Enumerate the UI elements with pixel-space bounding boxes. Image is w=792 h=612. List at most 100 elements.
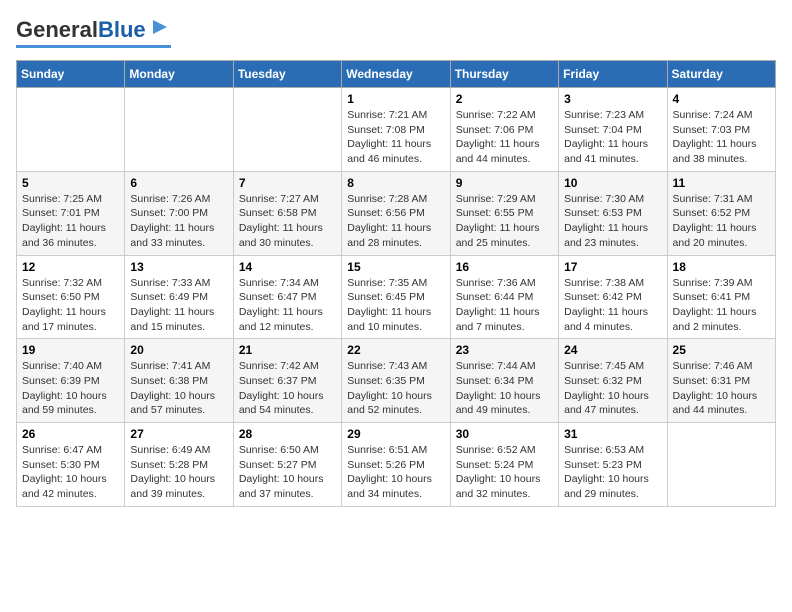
dow-friday: Friday	[559, 61, 667, 88]
calendar-cell: 29Sunrise: 6:51 AM Sunset: 5:26 PM Dayli…	[342, 423, 450, 507]
calendar-cell: 27 Sunrise: 6:49 AM Sunset: 5:28 PM Dayli…	[125, 423, 233, 507]
calendar-cell: 26Sunrise: 6:47 AM Sunset: 5:30 PM Dayli…	[17, 423, 125, 507]
day-number: 2	[456, 92, 553, 106]
day-info: Sunrise: 7:33 AM Sunset: 6:49 PM Dayligh…	[130, 276, 227, 335]
day-info: Sunrise: 7:32 AM Sunset: 6:50 PM Dayligh…	[22, 276, 119, 335]
day-number: 22	[347, 343, 444, 357]
calendar-cell: 3Sunrise: 7:23 AM Sunset: 7:04 PM Daylig…	[559, 88, 667, 172]
day-info: Sunrise: 7:21 AM Sunset: 7:08 PM Dayligh…	[347, 108, 444, 167]
calendar-cell: 18Sunrise: 7:39 AM Sunset: 6:41 PM Dayli…	[667, 255, 775, 339]
calendar-cell: 9 Sunrise: 7:29 AM Sunset: 6:55 PM Daylig…	[450, 171, 558, 255]
calendar-cell: 8 Sunrise: 7:28 AM Sunset: 6:56 PM Daylig…	[342, 171, 450, 255]
day-number: 5	[22, 176, 119, 190]
calendar-cell: 2 Sunrise: 7:22 AM Sunset: 7:06 PM Daylig…	[450, 88, 558, 172]
day-number: 11	[673, 176, 770, 190]
day-info: Sunrise: 6:53 AM Sunset: 5:23 PM Dayligh…	[564, 443, 661, 502]
calendar-cell: 28 Sunrise: 6:50 AM Sunset: 5:27 PM Dayli…	[233, 423, 341, 507]
calendar-table: SundayMondayTuesdayWednesdayThursdayFrid…	[16, 60, 776, 507]
calendar-cell: 31 Sunrise: 6:53 AM Sunset: 5:23 PM Dayli…	[559, 423, 667, 507]
day-info: Sunrise: 7:24 AM Sunset: 7:03 PM Dayligh…	[673, 108, 770, 167]
day-info: Sunrise: 6:50 AM Sunset: 5:27 PM Dayligh…	[239, 443, 336, 502]
calendar-cell: 13 Sunrise: 7:33 AM Sunset: 6:49 PM Dayli…	[125, 255, 233, 339]
day-number: 27	[130, 427, 227, 441]
day-info: Sunrise: 7:35 AM Sunset: 6:45 PM Dayligh…	[347, 276, 444, 335]
dow-monday: Monday	[125, 61, 233, 88]
week-row-3: 12 Sunrise: 7:32 AM Sunset: 6:50 PM Dayli…	[17, 255, 776, 339]
day-info: Sunrise: 7:23 AM Sunset: 7:04 PM Dayligh…	[564, 108, 661, 167]
day-info: Sunrise: 7:43 AM Sunset: 6:35 PM Dayligh…	[347, 359, 444, 418]
days-of-week-row: SundayMondayTuesdayWednesdayThursdayFrid…	[17, 61, 776, 88]
calendar-cell: 11Sunrise: 7:31 AM Sunset: 6:52 PM Dayli…	[667, 171, 775, 255]
logo-text: GeneralBlue	[16, 19, 146, 41]
calendar-cell: 21 Sunrise: 7:42 AM Sunset: 6:37 PM Dayli…	[233, 339, 341, 423]
week-row-2: 5Sunrise: 7:25 AM Sunset: 7:01 PM Daylig…	[17, 171, 776, 255]
day-info: Sunrise: 6:49 AM Sunset: 5:28 PM Dayligh…	[130, 443, 227, 502]
day-number: 25	[673, 343, 770, 357]
day-number: 30	[456, 427, 553, 441]
day-number: 8	[347, 176, 444, 190]
logo-icon	[149, 16, 171, 38]
calendar-cell: 22 Sunrise: 7:43 AM Sunset: 6:35 PM Dayli…	[342, 339, 450, 423]
day-info: Sunrise: 6:47 AM Sunset: 5:30 PM Dayligh…	[22, 443, 119, 502]
day-info: Sunrise: 7:40 AM Sunset: 6:39 PM Dayligh…	[22, 359, 119, 418]
calendar-cell: 24 Sunrise: 7:45 AM Sunset: 6:32 PM Dayli…	[559, 339, 667, 423]
calendar-cell: 23 Sunrise: 7:44 AM Sunset: 6:34 PM Dayli…	[450, 339, 558, 423]
day-number: 24	[564, 343, 661, 357]
day-number: 9	[456, 176, 553, 190]
day-number: 28	[239, 427, 336, 441]
calendar-cell: 15 Sunrise: 7:35 AM Sunset: 6:45 PM Dayli…	[342, 255, 450, 339]
week-row-5: 26Sunrise: 6:47 AM Sunset: 5:30 PM Dayli…	[17, 423, 776, 507]
calendar-cell: 19 Sunrise: 7:40 AM Sunset: 6:39 PM Dayli…	[17, 339, 125, 423]
day-number: 7	[239, 176, 336, 190]
day-number: 31	[564, 427, 661, 441]
calendar-cell: 5Sunrise: 7:25 AM Sunset: 7:01 PM Daylig…	[17, 171, 125, 255]
day-info: Sunrise: 7:44 AM Sunset: 6:34 PM Dayligh…	[456, 359, 553, 418]
day-info: Sunrise: 7:42 AM Sunset: 6:37 PM Dayligh…	[239, 359, 336, 418]
day-info: Sunrise: 7:27 AM Sunset: 6:58 PM Dayligh…	[239, 192, 336, 251]
calendar-cell: 16Sunrise: 7:36 AM Sunset: 6:44 PM Dayli…	[450, 255, 558, 339]
day-number: 12	[22, 260, 119, 274]
calendar-cell	[667, 423, 775, 507]
day-info: Sunrise: 7:29 AM Sunset: 6:55 PM Dayligh…	[456, 192, 553, 251]
day-info: Sunrise: 7:46 AM Sunset: 6:31 PM Dayligh…	[673, 359, 770, 418]
dow-saturday: Saturday	[667, 61, 775, 88]
day-info: Sunrise: 7:36 AM Sunset: 6:44 PM Dayligh…	[456, 276, 553, 335]
calendar-cell: 20 Sunrise: 7:41 AM Sunset: 6:38 PM Dayli…	[125, 339, 233, 423]
day-number: 20	[130, 343, 227, 357]
dow-tuesday: Tuesday	[233, 61, 341, 88]
day-number: 1	[347, 92, 444, 106]
calendar-cell	[17, 88, 125, 172]
day-number: 21	[239, 343, 336, 357]
day-number: 15	[347, 260, 444, 274]
day-info: Sunrise: 7:22 AM Sunset: 7:06 PM Dayligh…	[456, 108, 553, 167]
day-info: Sunrise: 7:41 AM Sunset: 6:38 PM Dayligh…	[130, 359, 227, 418]
day-number: 29	[347, 427, 444, 441]
calendar-cell: 25 Sunrise: 7:46 AM Sunset: 6:31 PM Dayli…	[667, 339, 775, 423]
calendar-cell: 14Sunrise: 7:34 AM Sunset: 6:47 PM Dayli…	[233, 255, 341, 339]
day-info: Sunrise: 7:26 AM Sunset: 7:00 PM Dayligh…	[130, 192, 227, 251]
page-header: GeneralBlue	[16, 16, 776, 48]
day-info: Sunrise: 7:34 AM Sunset: 6:47 PM Dayligh…	[239, 276, 336, 335]
day-info: Sunrise: 7:30 AM Sunset: 6:53 PM Dayligh…	[564, 192, 661, 251]
day-number: 10	[564, 176, 661, 190]
day-number: 13	[130, 260, 227, 274]
day-number: 18	[673, 260, 770, 274]
week-row-1: 1 Sunrise: 7:21 AM Sunset: 7:08 PM Daylig…	[17, 88, 776, 172]
day-number: 23	[456, 343, 553, 357]
calendar-cell: 6Sunrise: 7:26 AM Sunset: 7:00 PM Daylig…	[125, 171, 233, 255]
calendar-cell: 10 Sunrise: 7:30 AM Sunset: 6:53 PM Dayli…	[559, 171, 667, 255]
logo-underline	[16, 45, 171, 48]
day-info: Sunrise: 6:52 AM Sunset: 5:24 PM Dayligh…	[456, 443, 553, 502]
day-info: Sunrise: 7:28 AM Sunset: 6:56 PM Dayligh…	[347, 192, 444, 251]
calendar-cell: 17 Sunrise: 7:38 AM Sunset: 6:42 PM Dayli…	[559, 255, 667, 339]
calendar-cell: 7 Sunrise: 7:27 AM Sunset: 6:58 PM Daylig…	[233, 171, 341, 255]
day-number: 4	[673, 92, 770, 106]
calendar-body: 1 Sunrise: 7:21 AM Sunset: 7:08 PM Daylig…	[17, 88, 776, 507]
day-info: Sunrise: 7:38 AM Sunset: 6:42 PM Dayligh…	[564, 276, 661, 335]
calendar-cell: 30 Sunrise: 6:52 AM Sunset: 5:24 PM Dayli…	[450, 423, 558, 507]
day-number: 19	[22, 343, 119, 357]
day-number: 17	[564, 260, 661, 274]
dow-thursday: Thursday	[450, 61, 558, 88]
dow-sunday: Sunday	[17, 61, 125, 88]
day-info: Sunrise: 7:45 AM Sunset: 6:32 PM Dayligh…	[564, 359, 661, 418]
